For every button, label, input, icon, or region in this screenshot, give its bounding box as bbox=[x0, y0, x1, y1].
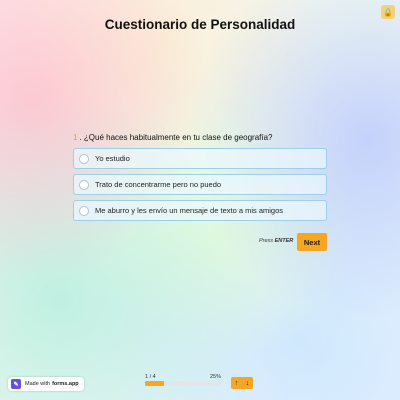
page-title: Cuestionario de Personalidad bbox=[104, 17, 296, 32]
option-3[interactable]: Me aburro y les envío un mensaje de text… bbox=[73, 200, 327, 221]
progress-text: 1 / 4 25% bbox=[145, 374, 221, 380]
option-1[interactable]: Yo estudio bbox=[73, 148, 327, 169]
answer-options: Yo estudio Trato de concentrarme pero no… bbox=[73, 148, 327, 226]
lock-button[interactable]: 🔒 bbox=[381, 5, 395, 19]
option-2[interactable]: Trato de concentrarme pero no puedo bbox=[73, 174, 327, 195]
badge-prefix: Made with bbox=[25, 381, 51, 387]
arrow-up-icon: ↑ bbox=[234, 379, 239, 387]
arrow-down-icon: ↓ bbox=[245, 379, 250, 387]
option-label: Trato de concentrarme pero no puedo bbox=[95, 180, 222, 189]
question-label: ¿Qué haces habitualmente en tu clase de … bbox=[83, 133, 273, 142]
option-label: Me aburro y les envío un mensaje de text… bbox=[95, 206, 284, 215]
badge-brand: forms.app bbox=[52, 381, 79, 387]
made-with-badge[interactable]: ✎ Made with forms.app bbox=[8, 377, 84, 391]
press-enter-hint: Press ENTER bbox=[259, 238, 293, 244]
question-number: 1 bbox=[73, 133, 78, 142]
radio-icon bbox=[79, 153, 89, 164]
previous-question-button[interactable]: ↑ bbox=[231, 377, 242, 389]
next-button[interactable]: Next bbox=[297, 233, 327, 251]
option-label: Yo estudio bbox=[95, 154, 130, 163]
radio-icon bbox=[79, 179, 89, 190]
question-text: 1. ¿Qué haces habitualmente en tu clase … bbox=[73, 133, 273, 142]
lock-icon: 🔒 bbox=[383, 7, 393, 17]
progress-percent: 25% bbox=[209, 374, 221, 380]
progress-fill bbox=[145, 381, 164, 386]
radio-icon bbox=[79, 205, 89, 216]
question-number-dot: . bbox=[79, 133, 82, 142]
question-navigation: ↑ ↓ bbox=[231, 377, 253, 389]
next-question-button[interactable]: ↓ bbox=[242, 377, 253, 389]
press-label: Press bbox=[259, 238, 274, 244]
enter-key-label: ENTER bbox=[274, 238, 294, 244]
progress-bar bbox=[145, 381, 221, 386]
progress-label: 1 / 4 bbox=[145, 374, 156, 380]
forms-app-logo-icon: ✎ bbox=[11, 379, 21, 389]
